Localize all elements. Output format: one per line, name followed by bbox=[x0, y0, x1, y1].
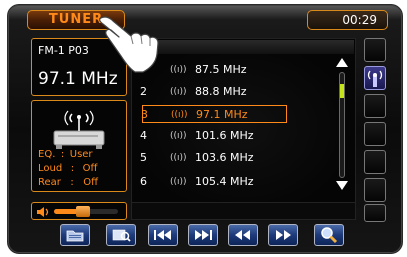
signal-icon: ((ı)) bbox=[170, 65, 187, 75]
signal-icon: ((ı)) bbox=[170, 177, 187, 187]
station-row[interactable]: 4 ((ı)) 101.6 MHz bbox=[138, 127, 308, 145]
eq-status: EQ. : User bbox=[38, 149, 93, 160]
signal-icon: ((ı)) bbox=[170, 87, 187, 97]
eq-value: User bbox=[69, 149, 93, 160]
preset-slot-4[interactable] bbox=[364, 122, 386, 146]
preset-slot-3[interactable] bbox=[364, 94, 386, 118]
station-number: 6 bbox=[140, 175, 147, 188]
rear-status: Rear : Off bbox=[38, 177, 99, 188]
station-row[interactable]: 5 ((ı)) 103.6 MHz bbox=[138, 149, 308, 167]
loud-label: Loud bbox=[38, 163, 63, 174]
station-frequency: 97.1 MHz bbox=[196, 108, 248, 121]
rear-label: Rear bbox=[38, 177, 61, 188]
station-frequency: 87.5 MHz bbox=[195, 63, 247, 76]
folder-button[interactable] bbox=[60, 224, 90, 246]
speaker-icon bbox=[37, 207, 49, 217]
rear-value: Off bbox=[83, 177, 99, 188]
loud-status: Loud : Off bbox=[38, 163, 98, 174]
station-row[interactable]: 6 ((ı)) 105.4 MHz bbox=[138, 173, 308, 191]
rewind-button[interactable] bbox=[228, 224, 258, 246]
station-scrollbar[interactable] bbox=[335, 58, 349, 194]
band-preset-label: FM-1 P03 bbox=[38, 44, 89, 57]
volume-knob[interactable] bbox=[75, 206, 90, 217]
info-strip bbox=[131, 202, 356, 220]
scroll-track[interactable] bbox=[339, 72, 345, 178]
search-list-icon bbox=[112, 229, 131, 242]
fast-forward-icon bbox=[276, 230, 291, 240]
preset-slot-2[interactable] bbox=[364, 66, 386, 90]
magnifier-button[interactable] bbox=[314, 224, 344, 246]
preset-slot-1[interactable] bbox=[364, 38, 386, 62]
station-frequency: 88.8 MHz bbox=[195, 85, 247, 98]
skip-next-icon bbox=[195, 230, 212, 240]
signal-icon: ((ı)) bbox=[170, 153, 187, 163]
radio-signal-icon bbox=[367, 70, 383, 87]
station-row[interactable]: 3 ((ı)) 97.1 MHz bbox=[141, 105, 287, 123]
skip-previous-icon bbox=[154, 230, 171, 240]
station-number: 5 bbox=[140, 151, 147, 164]
signal-icon: ((ı)) bbox=[171, 110, 188, 120]
folder-icon bbox=[66, 230, 84, 242]
preset-slot-5[interactable] bbox=[364, 150, 386, 174]
station-number: 4 bbox=[140, 129, 147, 142]
control-bar bbox=[60, 224, 360, 250]
fast-forward-button[interactable] bbox=[268, 224, 298, 246]
rewind-icon bbox=[235, 230, 250, 240]
volume-slider[interactable] bbox=[54, 206, 118, 217]
station-row[interactable]: 2 ((ı)) 88.8 MHz bbox=[138, 83, 308, 101]
scroll-down-icon[interactable] bbox=[336, 181, 348, 190]
station-list-header bbox=[133, 40, 354, 54]
preset-slot-7[interactable] bbox=[364, 204, 386, 222]
station-number: 3 bbox=[141, 108, 148, 121]
audio-status-panel: EQ. : User Loud : Off Rear : Off bbox=[31, 100, 127, 192]
antenna-icon bbox=[53, 110, 105, 149]
skip-previous-button[interactable] bbox=[148, 224, 178, 246]
scroll-up-icon[interactable] bbox=[336, 58, 348, 67]
magnifier-icon bbox=[321, 227, 338, 244]
station-number: 2 bbox=[140, 85, 147, 98]
scroll-thumb[interactable] bbox=[340, 84, 344, 99]
station-frequency: 101.6 MHz bbox=[195, 129, 254, 142]
skip-next-button[interactable] bbox=[188, 224, 218, 246]
volume-control[interactable] bbox=[31, 202, 127, 220]
clock-display: 00:29 bbox=[307, 10, 388, 30]
hand-pointer-icon bbox=[99, 16, 159, 73]
station-frequency: 103.6 MHz bbox=[195, 151, 254, 164]
loud-value: Off bbox=[82, 163, 98, 174]
signal-icon: ((ı)) bbox=[170, 131, 187, 141]
station-frequency: 105.4 MHz bbox=[195, 175, 254, 188]
eq-label: EQ. bbox=[38, 149, 56, 160]
preset-slot-6[interactable] bbox=[364, 178, 386, 202]
search-list-button[interactable] bbox=[106, 224, 136, 246]
